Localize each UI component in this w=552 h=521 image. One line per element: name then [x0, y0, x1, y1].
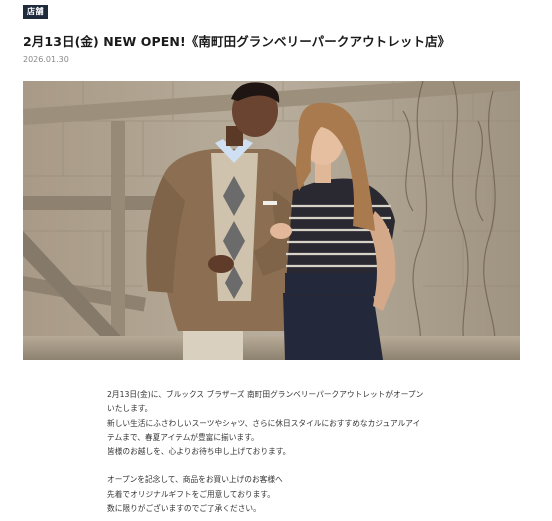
- article-date: 2026.01.30: [23, 55, 69, 64]
- article-body: 2月13日(金)に、ブルックス ブラザーズ 南町田グランベリーパークアウトレット…: [107, 388, 437, 516]
- article-page: 店舗 2月13日(金) NEW OPEN!《南町田グランベリーパークアウトレット…: [0, 0, 552, 521]
- body-line: 数に限りがございますのでご了承ください。: [107, 504, 261, 514]
- body-line: テムまで、春夏アイテムが豊富に揃います。: [107, 432, 259, 442]
- article-title: 2月13日(金) NEW OPEN!《南町田グランベリーパークアウトレット店》: [23, 34, 451, 49]
- body-line: いたします。: [107, 404, 153, 414]
- body-line: 2月13日(金)に、ブルックス ブラザーズ 南町田グランベリーパークアウトレット…: [107, 390, 424, 399]
- body-line: 先着でオリジナルギフトをご用意しております。: [107, 489, 275, 499]
- body-line: 新しい生活にふさわしいスーツやシャツ、さらに休日スタイルにおすすめなカジュアルア…: [107, 418, 421, 428]
- body-line: 皆様のお越しを、心よりお待ち申し上げております。: [107, 447, 291, 457]
- category-badge[interactable]: 店舗: [23, 5, 48, 19]
- body-line: オープンを記念して、商品をお買い上げのお客様へ: [107, 475, 283, 485]
- hero-image: [23, 81, 520, 360]
